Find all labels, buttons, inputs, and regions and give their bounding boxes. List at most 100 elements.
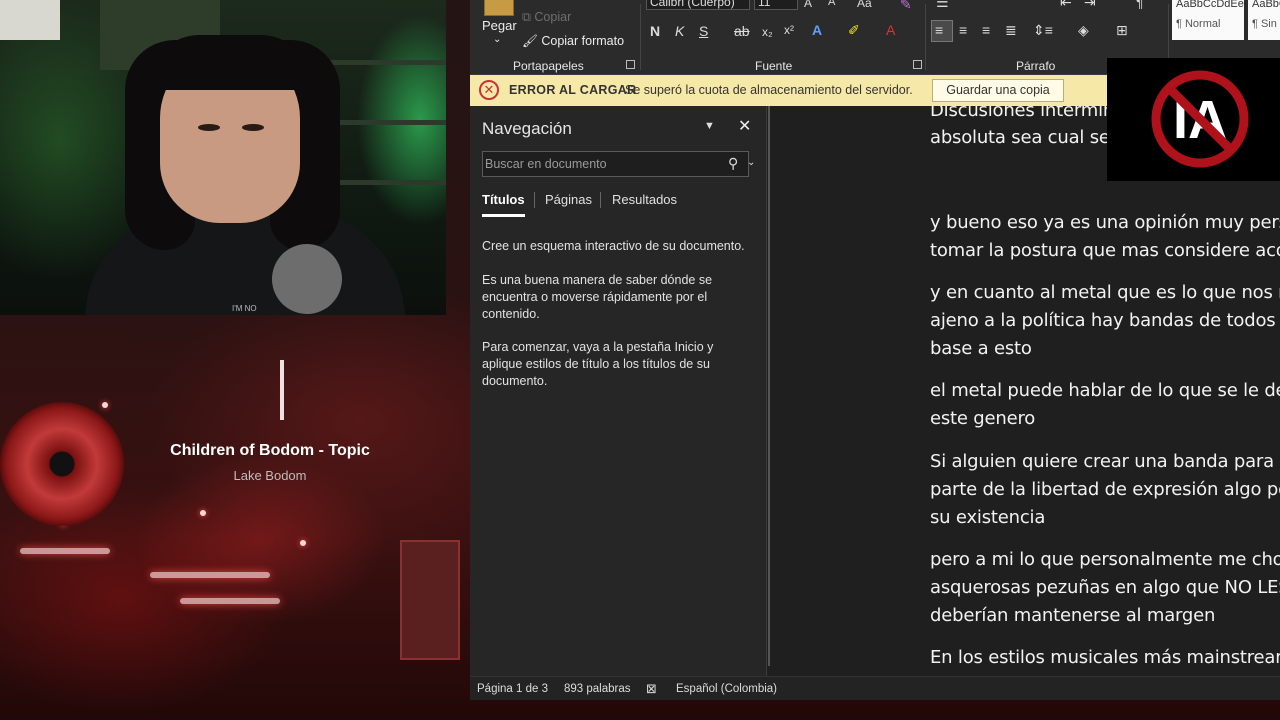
no-ia-logo: IA (1107, 58, 1280, 181)
search-placeholder: Buscar en documento (485, 157, 607, 171)
font-color-icon[interactable]: A (886, 22, 895, 38)
paste-icon[interactable] (484, 0, 514, 16)
doc-line: deberían mantenerse al margen (930, 605, 1216, 626)
doc-line: parte de la libertad de expresión algo p… (930, 479, 1280, 500)
borders-icon[interactable]: ⊞ (1116, 22, 1128, 39)
copy-label: Copiar (534, 10, 572, 24)
copy-icon: ⧉ (522, 10, 535, 24)
hair (150, 35, 310, 90)
style-normal[interactable]: AaBbCcDdEe ¶ Normal (1172, 0, 1244, 40)
doc-line: ajeno a la política hay bandas de todos … (930, 310, 1280, 331)
doc-line: Discusiones intermin (930, 106, 1115, 121)
light-dot (300, 540, 306, 546)
grow-font-icon[interactable]: A (804, 0, 812, 10)
active-tab-indicator (482, 214, 525, 217)
align-left-icon: ≡ (935, 22, 944, 38)
shrink-font-icon[interactable]: A (828, 0, 835, 8)
doc-line: absoluta sea cual sea (930, 127, 1121, 148)
copy-button[interactable]: ⧉ Copiar (522, 10, 571, 25)
italic-icon[interactable]: K (675, 23, 684, 39)
group-label-font: Fuente (755, 59, 793, 73)
eye (242, 124, 264, 131)
close-icon[interactable]: ✕ (738, 116, 751, 136)
error-icon: ✕ (479, 80, 499, 100)
doc-line: base a esto (930, 338, 1032, 359)
status-bar: Página 1 de 3 893 palabras ⊠ Español (Co… (470, 676, 1280, 700)
style-no-spacing[interactable]: AaBbC ¶ Sin (1248, 0, 1280, 40)
now-playing-widget: Children of Bodom - Topic Lake Bodom (0, 398, 440, 528)
paste-dropdown-icon[interactable]: ⌄ (493, 34, 501, 45)
save-copy-button[interactable]: Guardar una copia (932, 79, 1064, 102)
bold-icon[interactable]: N (650, 23, 660, 39)
doc-line: En los estilos musicales más mainstream (930, 647, 1280, 668)
line-spacing-icon[interactable]: ⇕≡ (1033, 22, 1053, 39)
highlight-icon[interactable]: ✐ (848, 22, 860, 39)
font-size-select[interactable]: 11 (754, 0, 798, 10)
style-name: ¶ Normal (1176, 18, 1221, 30)
font-name-select[interactable]: Calibri (Cuerpo) (646, 0, 750, 10)
clipboard-launcher-icon[interactable] (626, 60, 635, 69)
change-case-icon[interactable]: Aa (857, 0, 872, 10)
proofing-icon[interactable]: ⊠ (646, 681, 657, 697)
wall-poster (0, 0, 60, 40)
align-right-icon[interactable]: ≡ (982, 22, 990, 38)
doc-line: Si alguien quiere crear una banda para a… (930, 451, 1280, 472)
window-frame (400, 540, 460, 660)
nav-help-text: Es una buena manera de saber dónde se en… (482, 273, 713, 321)
nav-pane-title: Navegación (482, 119, 572, 138)
doc-line: y bueno eso ya es una opinión muy perso (930, 212, 1280, 233)
doc-line: el metal puede hablar de lo que se le de… (930, 380, 1280, 401)
subscript-icon[interactable]: x₂ (762, 25, 773, 39)
eye (198, 124, 220, 131)
font-launcher-icon[interactable] (913, 60, 922, 69)
string-lights (20, 548, 110, 554)
show-marks-icon[interactable]: ¶ (1136, 0, 1144, 10)
style-preview: AaBbC (1252, 0, 1280, 10)
tab-resultados[interactable]: Resultados (612, 192, 677, 207)
superscript-icon[interactable]: x² (784, 23, 794, 37)
search-icon[interactable]: ⚲ (728, 155, 738, 172)
tab-paginas[interactable]: Páginas (545, 192, 592, 207)
page-count[interactable]: Página 1 de 3 (477, 683, 548, 695)
group-label-paragraph: Párrafo (1016, 59, 1056, 73)
group-label-clipboard: Portapapeles (513, 59, 584, 73)
nav-help-text: Para comenzar, vaya a la pestaña Inicio … (482, 340, 714, 388)
underline-icon[interactable]: S (699, 23, 708, 39)
search-options-icon[interactable]: ⌄ (747, 157, 755, 168)
justify-icon[interactable]: ≣ (1005, 22, 1017, 39)
clear-format-icon[interactable]: ✎ (900, 0, 912, 13)
format-painter-icon: 🖌 (522, 34, 542, 48)
search-document-input[interactable]: Buscar en documento ⚲ ⌄ (482, 151, 755, 177)
language-indicator[interactable]: Español (Colombia) (676, 683, 777, 695)
navigation-pane: Navegación ▼ ✕ Buscar en documento ⚲ ⌄ T… (470, 106, 767, 676)
ribbon-separator (925, 4, 926, 70)
message-title: ERROR AL CARGAR (509, 83, 637, 97)
webcam-feed: I'M NO (0, 0, 446, 315)
message-text: Se superó la cuota de almacenamiento del… (625, 83, 913, 97)
increase-indent-icon[interactable]: ⇥ (1084, 0, 1096, 11)
shirt-print: I'M NO (232, 304, 257, 313)
pane-options-icon[interactable]: ▼ (704, 120, 715, 132)
decrease-indent-icon[interactable]: ⇤ (1060, 0, 1072, 11)
doc-line: y en cuanto al metal que es lo que nos r… (930, 282, 1280, 303)
copy-format-label: Copiar formato (541, 34, 625, 48)
nav-help-text: Cree un esquema interactivo de su docume… (482, 239, 745, 253)
strikethrough-icon[interactable]: ab (734, 23, 750, 39)
shading-icon[interactable]: ◈ (1078, 22, 1089, 39)
tab-separator (600, 192, 601, 208)
word-count[interactable]: 893 palabras (564, 683, 631, 695)
align-center-icon[interactable]: ≡ (959, 22, 967, 38)
style-name: ¶ Sin (1252, 18, 1277, 30)
doc-line: asquerosas pezuñas en algo que NO LES P (930, 577, 1280, 598)
tab-titulos[interactable]: Títulos (482, 192, 525, 207)
doc-line: este genero (930, 408, 1036, 429)
bullets-icon[interactable]: ☰ (936, 0, 949, 11)
document-canvas[interactable]: Discusiones intermin absoluta sea cual s… (768, 106, 1280, 676)
string-lights (150, 572, 270, 578)
string-lights (180, 598, 280, 604)
copy-format-button[interactable]: 🖌 Copiar formato (522, 34, 624, 49)
text-effects-icon[interactable]: A (812, 22, 822, 38)
paste-button[interactable]: Pegar (482, 18, 517, 33)
ribbon-separator (640, 4, 641, 70)
doc-line: pero a mi lo que personalmente me choc (930, 549, 1280, 570)
